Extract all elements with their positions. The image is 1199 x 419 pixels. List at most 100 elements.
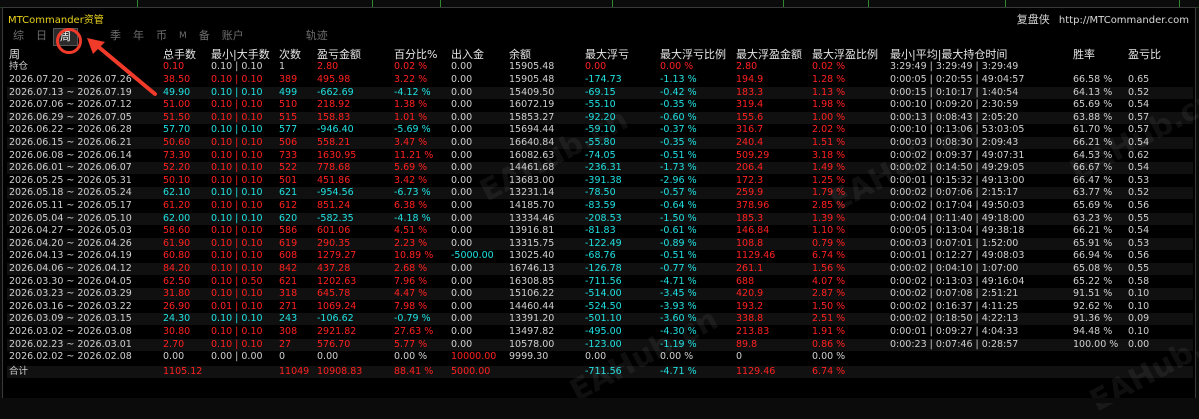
cell-max-floating-profit-ratio: 0.86 % <box>812 338 846 350</box>
cell-trade-count: 621 <box>279 275 298 287</box>
cell-pnl-percent: 7.98 % <box>394 300 428 312</box>
cell-pnl-amount: -582.35 <box>317 212 354 224</box>
cell-max-floating-loss: -122.49 <box>585 237 622 249</box>
cell-week: 2026.02.02 ~ 2026.02.08 <box>9 351 132 363</box>
cell-deposit-withdraw: 0.00 <box>451 61 473 72</box>
tab-6[interactable]: M <box>173 28 193 44</box>
table-row[interactable]: 2026.07.20 ~ 2026.07.26 38.50 0.10 | 0.10 3… <box>7 74 1193 86</box>
table-row[interactable]: 2026.03.30 ~ 2026.04.05 62.50 0.10 | 0.50 6… <box>7 276 1193 288</box>
cell-pnl-percent: 3.22 % <box>394 74 428 85</box>
tab-9[interactable]: 轨迹 <box>300 28 334 44</box>
cell-max-floating-profit-ratio: 1.28 % <box>812 74 846 85</box>
cell-min-max-lots: 0.10 | 0.10 <box>211 212 263 224</box>
cell-total-lots: 61.20 <box>163 200 191 211</box>
table-row[interactable]: 2026.07.13 ~ 2026.07.19 49.90 0.10 | 0.10 4… <box>7 86 1193 99</box>
cell-profit-loss-ratio: 0.10 <box>1128 300 1150 312</box>
cell-win-rate: 65.69 % <box>1073 99 1113 111</box>
cell-deposit-withdraw: 5000.00 <box>451 365 491 377</box>
holding-row[interactable]: 持仓 0.10 0.10 | 0.10 1 2.80 0.02 % 0.00 15905.48… <box>7 61 1193 73</box>
cell-min-max-lots: 0.10 | 0.10 <box>211 187 263 199</box>
cell-max-floating-loss-ratio: -0.60 % <box>660 111 697 123</box>
cell-trade-count: 271 <box>279 300 298 312</box>
cell-total-lots: 62.10 <box>163 187 191 199</box>
cell-pnl-percent: 4.47 % <box>394 288 428 300</box>
cell-pnl-amount: 290.35 <box>317 237 351 249</box>
table-row[interactable]: 2026.03.16 ~ 2026.03.22 26.90 0.01 | 0.10 2… <box>7 301 1193 313</box>
table-header[interactable]: 周 总手数 最小|大手数 次数 盈亏金额 百分比% 出入金 余额 最大浮亏 最大浮亏比例 最大浮盈金… <box>7 48 1193 62</box>
cell-balance: 余额 <box>509 48 531 61</box>
cell-max-floating-loss: -501.10 <box>585 313 622 325</box>
cell-deposit-withdraw: 0.00 <box>451 74 473 85</box>
table-row[interactable]: 2026.04.27 ~ 2026.05.03 58.60 0.10 | 0.10 5… <box>7 225 1193 237</box>
cell-max-floating-profit-ratio: 1.98 % <box>812 99 846 111</box>
cell-profit-loss-ratio: 0.56 <box>1128 250 1150 262</box>
cell-holding-time: 0:00:02 | 0:04:10 | 1:07:00 <box>890 263 1019 274</box>
cell-deposit-withdraw: 0.00 <box>451 225 473 237</box>
table-row[interactable]: 2026.03.23 ~ 2026.03.29 31.80 0.10 | 0.10 3… <box>7 288 1193 301</box>
cell-trade-count: 389 <box>279 74 298 85</box>
cell-max-floating-profit-ratio: 1.00 % <box>812 111 846 123</box>
tab-1[interactable]: 日 <box>30 28 53 44</box>
table-row[interactable]: 2026.06.01 ~ 2026.06.07 52.20 0.10 | 0.10 5… <box>7 162 1193 175</box>
cell-win-rate: 65.08 % <box>1073 263 1113 274</box>
table-row[interactable]: 2026.05.04 ~ 2026.05.10 62.00 0.10 | 0.10 6… <box>7 212 1193 225</box>
cell-min-max-lots: 0.10 | 0.10 <box>211 174 263 186</box>
cell-week: 2026.04.20 ~ 2026.04.26 <box>9 237 132 249</box>
cell-max-floating-loss-ratio: -0.61 % <box>660 225 697 237</box>
cell-holding-time: 0:00:02 | 0:18:50 | 4:22:13 <box>890 313 1019 325</box>
cell-win-rate: 63.23 % <box>1073 212 1113 224</box>
cell-profit-loss-ratio: 0.56 <box>1128 200 1150 211</box>
cell-max-floating-profit: 0 <box>736 351 743 363</box>
cell-holding-time: 0:00:02 | 0:16:37 | 4:11:25 <box>890 300 1019 312</box>
cell-max-floating-profit: 最大浮盈金额 <box>736 48 802 61</box>
table-row[interactable]: 2026.04.13 ~ 2026.04.19 60.80 0.10 | 0.10 6… <box>7 250 1193 262</box>
table-row[interactable]: 2026.05.18 ~ 2026.05.24 62.10 0.10 | 0.10 6… <box>7 187 1193 200</box>
cell-trade-count: 499 <box>279 86 298 98</box>
table-row[interactable]: 2026.04.20 ~ 2026.04.26 61.90 0.10 | 0.10 6… <box>7 237 1193 250</box>
chart-tick <box>440 0 441 7</box>
cell-win-rate: 65.69 % <box>1073 200 1113 211</box>
cell-win-rate: 65.91 % <box>1073 237 1113 249</box>
cell-balance: 15409.50 <box>509 86 555 98</box>
cell-holding-time: 0:00:04 | 0:11:40 | 49:18:00 <box>890 212 1025 224</box>
table-row[interactable]: 2026.07.06 ~ 2026.07.12 51.00 0.10 | 0.10 5… <box>7 99 1193 111</box>
cell-trade-count: 1 <box>279 61 286 72</box>
cell-deposit-withdraw: 0.00 <box>451 174 473 186</box>
cell-max-floating-profit: 1129.46 <box>736 365 776 377</box>
cell-pnl-percent: -6.73 % <box>394 187 431 199</box>
cell-trade-count: 308 <box>279 326 298 337</box>
cell-max-floating-profit-ratio: 1.13 % <box>812 86 846 98</box>
table-row[interactable]: 2026.03.09 ~ 2026.03.15 24.30 0.10 | 0.10 2… <box>7 313 1193 326</box>
tab-8[interactable]: 账户 <box>216 28 250 44</box>
cell-pnl-amount: 778.68 <box>317 162 351 174</box>
table-row[interactable]: 2026.05.11 ~ 2026.05.17 61.20 0.10 | 0.10 6… <box>7 200 1193 212</box>
cell-pnl-percent: 2.68 % <box>394 263 428 274</box>
cell-pnl-percent: -4.12 % <box>394 86 431 98</box>
cell-trade-count: 621 <box>279 187 298 199</box>
cell-profit-loss-ratio: 0.65 <box>1128 74 1150 85</box>
table-row[interactable]: 2026.06.08 ~ 2026.06.14 73.30 0.10 | 0.10 7… <box>7 150 1193 162</box>
table-row[interactable]: 2026.05.25 ~ 2026.05.31 50.10 0.10 | 0.10 5… <box>7 175 1193 187</box>
cell-trade-count: 次数 <box>279 48 301 61</box>
table-row[interactable]: 2026.02.23 ~ 2026.03.01 2.70 0.10 | 0.10 27… <box>7 338 1193 351</box>
cell-max-floating-loss: -174.73 <box>585 74 622 85</box>
cell-pnl-amount: 601.06 <box>317 225 351 237</box>
cell-max-floating-loss-ratio: -1.73 % <box>660 162 697 174</box>
cell-week: 2026.04.06 ~ 2026.04.12 <box>9 263 132 274</box>
cell-max-floating-profit: 338.8 <box>736 313 764 325</box>
table-row[interactable]: 2026.03.02 ~ 2026.03.08 30.80 0.10 | 0.10 3… <box>7 326 1193 338</box>
cell-pnl-amount: -662.69 <box>317 86 354 98</box>
tab-7[interactable]: 备 <box>193 28 216 44</box>
cell-max-floating-profit: 316.7 <box>736 124 764 136</box>
cell-balance: 9999.30 <box>509 351 549 363</box>
brand-url[interactable]: http://MTCommander.com <box>1059 15 1189 26</box>
brand-area[interactable]: 复盘侠 http://MTCommander.com <box>1017 11 1189 27</box>
cell-week: 2026.06.08 ~ 2026.06.14 <box>9 149 132 161</box>
cell-deposit-withdraw: 0.00 <box>451 86 473 98</box>
cell-pnl-percent: 11.21 % <box>394 149 434 161</box>
cell-total-lots: 50.60 <box>163 137 191 148</box>
cell-pnl-percent: 5.69 % <box>394 162 428 174</box>
chart-tick <box>372 0 373 7</box>
tab-0[interactable]: 综 <box>7 28 30 44</box>
table-row[interactable]: 2026.04.06 ~ 2026.04.12 84.20 0.10 | 0.10 8… <box>7 263 1193 275</box>
